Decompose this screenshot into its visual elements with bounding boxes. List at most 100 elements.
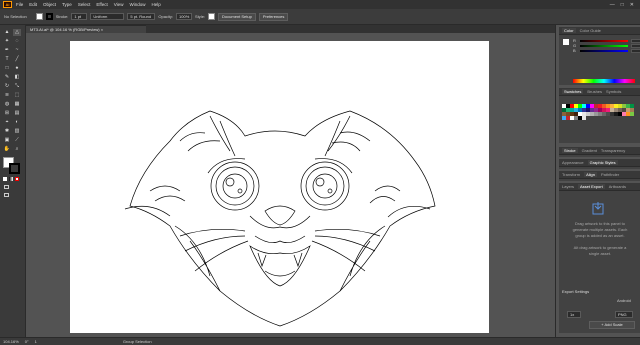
brush-dropdown[interactable]: 5 pt. Round — [127, 13, 156, 20]
r-value[interactable] — [631, 38, 640, 43]
preferences-button[interactable]: Preferences — [258, 12, 289, 21]
menu-type[interactable]: Type — [62, 2, 72, 7]
asset-export-help: Drag artwork to this panel to generate m… — [572, 221, 628, 238]
slice-tool-icon[interactable]: ⟋ — [13, 137, 21, 144]
direct-selection-tool-icon[interactable]: △ — [13, 29, 21, 36]
stroke-profile-dropdown[interactable]: Uniform — [90, 13, 125, 20]
close-icon[interactable]: ✕ — [630, 2, 634, 8]
symbol-sprayer-icon[interactable]: ✱ — [3, 128, 11, 135]
fill-swatch[interactable] — [35, 13, 43, 20]
scale-dropdown[interactable]: 1x — [567, 311, 581, 318]
screen-mode-icon[interactable] — [4, 193, 9, 197]
tab-transform[interactable]: Transform — [562, 172, 580, 177]
blend-icon[interactable]: ◐ — [13, 119, 21, 126]
style-swatch[interactable] — [208, 13, 216, 20]
artboard-number[interactable]: 1 — [35, 339, 37, 344]
shape-builder-icon[interactable]: ◍ — [3, 101, 11, 108]
document-setup-button[interactable]: Document Setup — [218, 12, 256, 21]
stroke-swatch[interactable] — [45, 13, 53, 20]
swatch-grid[interactable] — [562, 104, 640, 120]
suffix-label: Android — [617, 298, 631, 303]
export-settings-label[interactable]: Export Settings — [562, 289, 589, 294]
width-tool-icon[interactable]: ≋ — [3, 92, 11, 99]
opacity-field[interactable]: 100% — [176, 13, 193, 20]
menu-view[interactable]: View — [114, 2, 124, 7]
tab-color-guide[interactable]: Color Guide — [580, 28, 601, 33]
b-value[interactable] — [631, 48, 640, 53]
tab-gradient[interactable]: Gradient — [582, 148, 597, 153]
format-dropdown[interactable]: PNG — [615, 311, 633, 318]
menu-effect[interactable]: Effect — [96, 2, 107, 7]
curvature-tool-icon[interactable]: ~ — [13, 47, 21, 54]
graph-tool-icon[interactable]: ▥ — [13, 128, 21, 135]
style-label: Style: — [195, 14, 206, 19]
tab-graphic-styles[interactable]: Graphic Styles — [587, 160, 618, 165]
app-logo: Ai — [3, 1, 12, 8]
zoom-tool-icon[interactable]: ⌕ — [13, 146, 21, 153]
menu-object[interactable]: Object — [43, 2, 56, 7]
g-slider[interactable] — [580, 44, 628, 47]
magic-wand-icon[interactable]: ✦ — [3, 38, 11, 45]
color-spectrum[interactable] — [573, 79, 635, 83]
none-mode-icon[interactable] — [15, 177, 19, 181]
eyedropper-icon[interactable]: ⌖ — [3, 119, 11, 126]
document-tab[interactable]: MT3.AI.ai* @ 104.16 % (RGB/Preview) × — [26, 25, 146, 33]
color-mode-icon[interactable] — [3, 177, 7, 181]
stroke-weight-field[interactable]: 1 pt — [71, 13, 88, 20]
r-slider[interactable] — [580, 39, 628, 42]
tab-close-icon[interactable]: × — [101, 27, 103, 32]
gradient-icon[interactable]: ▤ — [13, 110, 21, 117]
color-fill-icon[interactable] — [563, 39, 569, 45]
line-tool-icon[interactable]: ╱ — [13, 56, 21, 63]
tab-transparency[interactable]: Transparency — [601, 148, 625, 153]
tab-artboards[interactable]: Artboards — [609, 184, 626, 189]
swatches-panel: Swatches Brushes Symbols — [559, 88, 640, 143]
b-slider[interactable] — [580, 49, 628, 52]
tab-stroke[interactable]: Stroke — [562, 148, 578, 153]
tab-pathfinder[interactable]: Pathfinder — [601, 172, 619, 177]
color-swatch[interactable] — [582, 116, 586, 120]
perspective-grid-icon[interactable]: ▦ — [13, 101, 21, 108]
tab-asset-export[interactable]: Asset Export — [578, 184, 605, 189]
menu-window[interactable]: Window — [129, 2, 145, 7]
tab-align[interactable]: Align — [584, 172, 597, 177]
free-transform-icon[interactable]: ⬚ — [13, 92, 21, 99]
menu-help[interactable]: Help — [151, 2, 160, 7]
tab-color[interactable]: Color — [562, 28, 576, 33]
color-swatch[interactable] — [630, 112, 634, 116]
rotate-angle[interactable]: 0° — [25, 339, 29, 344]
tab-appearance[interactable]: Appearance — [562, 160, 584, 165]
lasso-icon[interactable]: ◌ — [13, 38, 21, 45]
scale-icon[interactable]: ⤡ — [13, 83, 21, 90]
menu-select[interactable]: Select — [78, 2, 91, 7]
artboard[interactable] — [70, 41, 489, 333]
pen-tool-icon[interactable]: ✒ — [3, 47, 11, 54]
rectangle-tool-icon[interactable]: □ — [3, 65, 11, 72]
menu-bar: Ai File Edit Object Type Select Effect V… — [0, 0, 640, 9]
add-scale-button[interactable]: + Add Scale — [589, 321, 635, 329]
minimize-icon[interactable]: — — [610, 2, 615, 8]
gradient-mode-icon[interactable] — [9, 177, 13, 181]
tab-layers[interactable]: Layers — [562, 184, 574, 189]
canvas-area[interactable] — [26, 33, 555, 337]
rotate-icon[interactable]: ↻ — [3, 83, 11, 90]
paintbrush-icon[interactable]: ♠ — [13, 65, 21, 72]
mesh-icon[interactable]: ⊞ — [3, 110, 11, 117]
menu-edit[interactable]: Edit — [29, 2, 37, 7]
tab-brushes[interactable]: Brushes — [587, 89, 602, 94]
pencil-icon[interactable]: ✎ — [3, 74, 11, 81]
tab-swatches[interactable]: Swatches — [562, 89, 584, 94]
menu-file[interactable]: File — [16, 2, 23, 7]
status-mode: Group Selection — [122, 339, 152, 344]
hand-tool-icon[interactable]: ✋ — [3, 146, 11, 153]
type-tool-icon[interactable]: T — [3, 56, 11, 63]
tab-symbols[interactable]: Symbols — [606, 89, 621, 94]
selection-tool-icon[interactable]: ▲ — [3, 29, 11, 36]
maximize-icon[interactable]: □ — [621, 2, 624, 8]
draw-mode-icon[interactable] — [4, 185, 9, 189]
g-value[interactable] — [631, 43, 640, 48]
zoom-level[interactable]: 104.16% — [3, 339, 19, 344]
stroke-color-box[interactable] — [9, 163, 20, 174]
artboard-tool-icon[interactable]: ▣ — [3, 137, 11, 144]
eraser-icon[interactable]: ◧ — [13, 74, 21, 81]
